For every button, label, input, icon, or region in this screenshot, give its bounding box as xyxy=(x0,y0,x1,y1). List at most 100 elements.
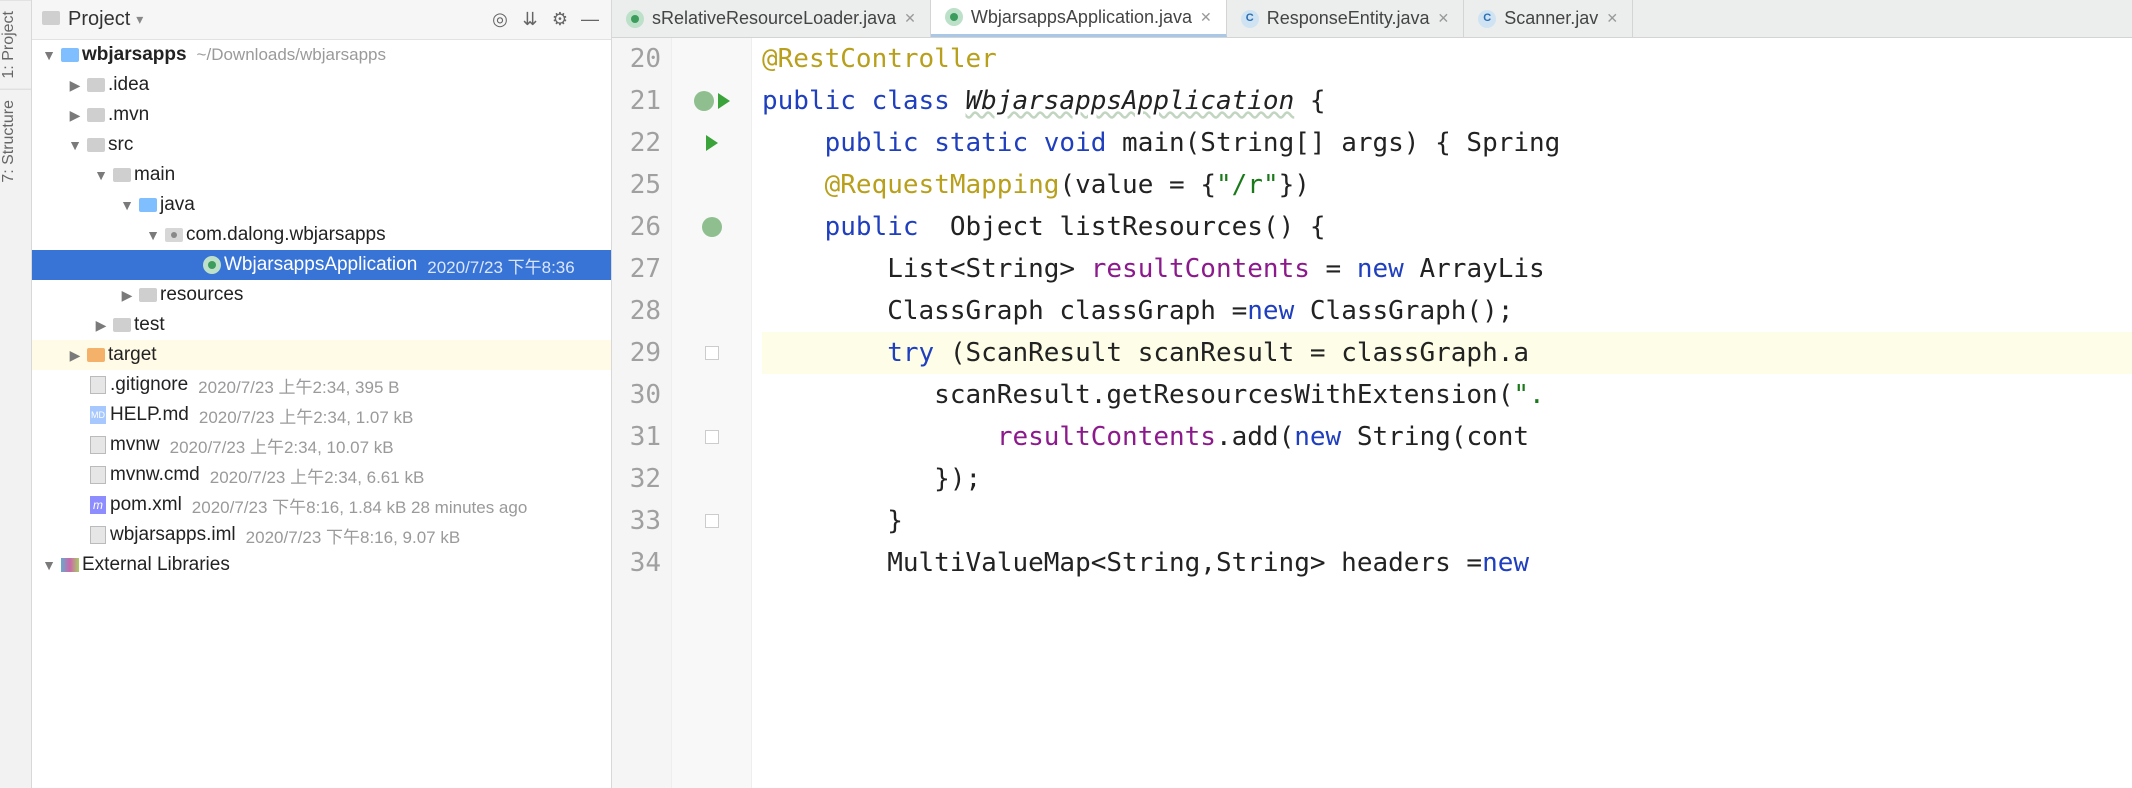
tree-mvnw[interactable]: mvnw 2020/7/23 上午2:34, 10.07 kB xyxy=(32,430,611,460)
tree-idea[interactable]: ▶ .idea xyxy=(32,70,611,100)
tree-app-class[interactable]: WbjarsappsApplication 2020/7/23 下午8:36 xyxy=(32,250,611,280)
class-file-icon xyxy=(1478,10,1496,28)
tree-mvn[interactable]: ▶ .mvn xyxy=(32,100,611,130)
code-line[interactable]: @RequestMapping(value = {"/r"}) xyxy=(762,164,2132,206)
tree-gitignore[interactable]: .gitignore 2020/7/23 上午2:34, 395 B xyxy=(32,370,611,400)
fold-icon[interactable] xyxy=(705,346,719,360)
run-icon[interactable] xyxy=(706,135,718,151)
close-icon[interactable]: ✕ xyxy=(1200,9,1212,26)
project-panel-title[interactable]: Project ▾ xyxy=(68,8,143,31)
tree-help-md[interactable]: MD HELP.md 2020/7/23 上午2:34, 1.07 kB xyxy=(32,400,611,430)
gutter-marker[interactable] xyxy=(672,500,751,542)
line-number-gutter[interactable]: 20212225262728293031323334 xyxy=(612,38,672,788)
tab-label: sRelativeResourceLoader.java xyxy=(652,8,896,29)
line-number[interactable]: 21 xyxy=(612,80,661,122)
editor-tab[interactable]: sRelativeResourceLoader.java ✕ xyxy=(612,0,931,37)
editor-tab[interactable]: Scanner.jav✕ xyxy=(1464,0,1633,37)
close-icon[interactable]: ✕ xyxy=(904,10,916,27)
expand-icon[interactable]: ▶ xyxy=(92,317,110,334)
file-icon xyxy=(86,466,110,484)
tree-mvnwcmd[interactable]: mvnw.cmd 2020/7/23 上午2:34, 6.61 kB xyxy=(32,460,611,490)
collapse-icon[interactable]: ▼ xyxy=(92,167,110,183)
close-icon[interactable]: ✕ xyxy=(1606,10,1618,27)
expand-icon[interactable]: ▶ xyxy=(66,347,84,364)
editor-tab[interactable]: WbjarsappsApplication.java✕ xyxy=(931,0,1227,37)
code-content[interactable]: @RestControllerpublic class WbjarsappsAp… xyxy=(752,38,2132,788)
collapse-icon[interactable]: ▼ xyxy=(40,47,58,63)
line-number[interactable]: 34 xyxy=(612,542,661,584)
code-editor[interactable]: 20212225262728293031323334 @RestControll… xyxy=(612,38,2132,788)
collapse-icon[interactable]: ▼ xyxy=(144,227,162,243)
locate-icon[interactable]: ◎ xyxy=(489,9,511,31)
code-line[interactable]: @RestController xyxy=(762,38,2132,80)
collapse-icon[interactable]: ▼ xyxy=(40,557,58,573)
code-line[interactable]: try (ScanResult scanResult = classGraph.… xyxy=(762,332,2132,374)
line-number[interactable]: 32 xyxy=(612,458,661,500)
tree-target[interactable]: ▶ target xyxy=(32,340,611,370)
line-number[interactable]: 27 xyxy=(612,248,661,290)
project-tree[interactable]: ▼ wbjarsapps ~/Downloads/wbjarsapps ▶ .i… xyxy=(32,40,611,788)
rail-project[interactable]: 1: Project xyxy=(0,0,31,89)
gutter-marker[interactable] xyxy=(672,542,751,584)
tree-iml[interactable]: wbjarsapps.iml 2020/7/23 下午8:16, 9.07 kB xyxy=(32,520,611,550)
expand-icon[interactable]: ▶ xyxy=(66,77,84,94)
tree-package[interactable]: ▼ com.dalong.wbjarsapps xyxy=(32,220,611,250)
file-icon xyxy=(86,376,110,394)
line-number[interactable]: 26 xyxy=(612,206,661,248)
gutter-marker[interactable] xyxy=(672,458,751,500)
gutter-marker[interactable] xyxy=(672,416,751,458)
rail-structure[interactable]: 7: Structure xyxy=(0,89,31,193)
gutter-marker[interactable] xyxy=(672,80,751,122)
gutter-marker[interactable] xyxy=(672,164,751,206)
spring-bean-icon xyxy=(694,91,714,111)
gutter-marker[interactable] xyxy=(672,248,751,290)
tree-external-libraries[interactable]: ▼ External Libraries xyxy=(32,550,611,580)
expand-icon[interactable]: ▶ xyxy=(118,287,136,304)
hide-icon[interactable]: — xyxy=(579,9,601,31)
expand-icon[interactable]: ▶ xyxy=(66,107,84,124)
collapse-icon[interactable]: ▼ xyxy=(66,137,84,153)
line-number[interactable]: 22 xyxy=(612,122,661,164)
code-line[interactable]: MultiValueMap<String,String> headers =ne… xyxy=(762,542,2132,584)
line-number[interactable]: 29 xyxy=(612,332,661,374)
gutter-marker[interactable] xyxy=(672,206,751,248)
line-number[interactable]: 28 xyxy=(612,290,661,332)
code-line[interactable]: } xyxy=(762,500,2132,542)
line-number[interactable]: 20 xyxy=(612,38,661,80)
gutter-marker[interactable] xyxy=(672,122,751,164)
tree-java[interactable]: ▼ java xyxy=(32,190,611,220)
gutter-marker[interactable] xyxy=(672,38,751,80)
code-line[interactable]: ClassGraph classGraph =new ClassGraph(); xyxy=(762,290,2132,332)
code-line[interactable]: resultContents.add(new String(cont xyxy=(762,416,2132,458)
fold-icon[interactable] xyxy=(705,430,719,444)
gutter-marker[interactable] xyxy=(672,332,751,374)
file-icon xyxy=(86,436,110,454)
fold-icon[interactable] xyxy=(705,514,719,528)
line-number[interactable]: 30 xyxy=(612,374,661,416)
collapse-icon[interactable]: ▼ xyxy=(118,197,136,213)
tree-src[interactable]: ▼ src xyxy=(32,130,611,160)
tree-resources[interactable]: ▶ resources xyxy=(32,280,611,310)
code-line[interactable]: public static void main(String[] args) {… xyxy=(762,122,2132,164)
run-icon[interactable] xyxy=(718,93,730,109)
line-number[interactable]: 31 xyxy=(612,416,661,458)
line-number[interactable]: 33 xyxy=(612,500,661,542)
code-line[interactable]: scanResult.getResourcesWithExtension(". xyxy=(762,374,2132,416)
collapse-all-icon[interactable]: ⇊ xyxy=(519,9,541,31)
gear-icon[interactable]: ⚙ xyxy=(549,9,571,31)
code-line[interactable]: public Object listResources() { xyxy=(762,206,2132,248)
marker-gutter[interactable] xyxy=(672,38,752,788)
editor-tab[interactable]: ResponseEntity.java✕ xyxy=(1227,0,1465,37)
code-line[interactable]: }); xyxy=(762,458,2132,500)
line-number[interactable]: 25 xyxy=(612,164,661,206)
close-icon[interactable]: ✕ xyxy=(1438,10,1450,27)
folder-icon xyxy=(84,108,108,122)
tree-root[interactable]: ▼ wbjarsapps ~/Downloads/wbjarsapps xyxy=(32,40,611,70)
gutter-marker[interactable] xyxy=(672,290,751,332)
code-line[interactable]: public class WbjarsappsApplication { xyxy=(762,80,2132,122)
tree-test[interactable]: ▶ test xyxy=(32,310,611,340)
tree-pom[interactable]: m pom.xml 2020/7/23 下午8:16, 1.84 kB 28 m… xyxy=(32,490,611,520)
tree-main[interactable]: ▼ main xyxy=(32,160,611,190)
code-line[interactable]: List<String> resultContents = new ArrayL… xyxy=(762,248,2132,290)
gutter-marker[interactable] xyxy=(672,374,751,416)
